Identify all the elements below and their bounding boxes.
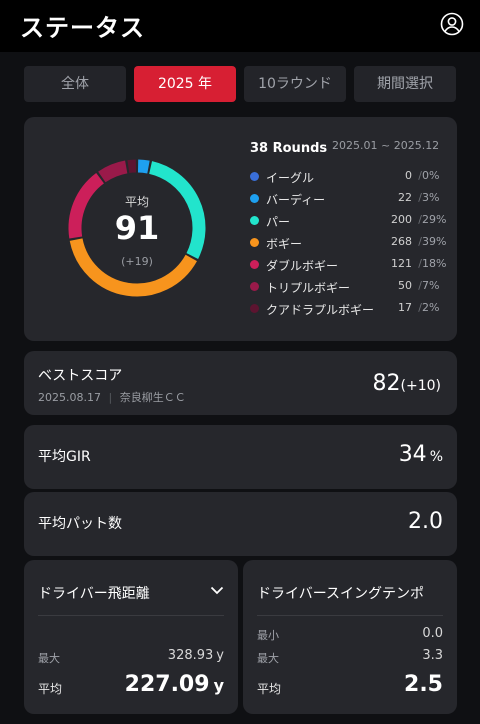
driver-max-label: 最大	[38, 652, 60, 665]
legend-dot	[250, 194, 259, 203]
legend-item: ボギー 268/39%	[250, 235, 446, 251]
tab-10-rounds[interactable]: 10ラウンド	[244, 66, 346, 102]
driver-avg-number: 227.09	[124, 672, 210, 697]
legend-count: 268	[391, 235, 412, 248]
legend-item: ダブルボギー 121/18%	[250, 257, 446, 273]
legend-dot	[250, 260, 259, 269]
legend-item: イーグル 0/0%	[250, 169, 439, 185]
legend-dot	[250, 282, 259, 291]
legend-dot	[250, 304, 259, 313]
tempo-max-label: 最大	[257, 652, 279, 665]
driver-max-unit: y	[216, 648, 224, 663]
legend-count: 0	[405, 169, 412, 182]
best-score-over-par: (+10)	[400, 378, 441, 394]
average-label: 平均	[124, 195, 149, 209]
legend-dot	[250, 172, 259, 181]
legend-item: パー 200/29%	[250, 213, 446, 229]
average-putts-label: 平均パット数	[38, 516, 122, 532]
legend-count: 22	[398, 191, 412, 204]
tempo-avg-label: 平均	[257, 682, 282, 696]
chevron-down-icon[interactable]	[210, 585, 224, 595]
average-putts-card[interactable]: 平均パット数 2.0	[24, 492, 457, 556]
legend-item: バーディー 22/3%	[250, 191, 439, 207]
tab-2025[interactable]: 2025 年	[134, 66, 236, 102]
gir-unit: %	[429, 449, 443, 465]
best-score-number: 82	[372, 371, 401, 396]
average-score: 91	[114, 209, 160, 247]
tempo-min-label: 最小	[257, 629, 279, 642]
tab-period-select[interactable]: 期間選択	[354, 66, 456, 102]
swing-tempo-card[interactable]: ドライバースイングテンポ 最小 0.0 最大 3.3 平均 2.5	[243, 560, 457, 714]
legend-name: バーディー	[266, 193, 326, 207]
legend-name: ダブルボギー	[266, 259, 339, 273]
average-gir-value: 34%	[399, 442, 443, 467]
separator: |	[108, 391, 113, 404]
tempo-min-value: 0.0	[422, 626, 443, 641]
app-header: ステータス	[0, 0, 480, 52]
driver-avg-label: 平均	[38, 682, 63, 696]
best-score-label: ベストスコア	[38, 368, 123, 384]
legend-name: トリプルボギー	[266, 281, 351, 295]
legend-item: クアドラプルボギー 17/2%	[250, 301, 439, 317]
legend-percent: 2%	[422, 301, 440, 314]
legend-percent: 3%	[422, 191, 440, 204]
average-gir-card[interactable]: 平均GIR 34%	[24, 425, 457, 489]
legend-header: 38 Rounds 2025.01 ~ 2025.12	[250, 137, 450, 156]
driver-avg-unit: y	[213, 676, 224, 695]
tempo-max-value: 3.3	[422, 648, 443, 663]
best-score-course: 奈良柳生ＣＣ	[119, 391, 186, 404]
driver-distance-title: ドライバー飛距離	[38, 586, 150, 602]
gir-number: 34	[398, 442, 427, 467]
legend-item: トリプルボギー 50/7%	[250, 279, 439, 295]
average-over-par: (+19)	[121, 255, 153, 268]
date-range: 2025.01 ~ 2025.12	[332, 139, 440, 152]
legend-percent: 18%	[422, 257, 447, 270]
legend-name: パー	[266, 215, 291, 229]
legend-dot	[250, 216, 259, 225]
legend-percent: 0%	[422, 169, 440, 182]
legend-name: ボギー	[266, 237, 303, 251]
legend-name: イーグル	[266, 171, 315, 185]
tab-all[interactable]: 全体	[24, 66, 126, 102]
legend-count: 17	[398, 301, 412, 314]
driver-avg-value: 227.09 y	[125, 672, 224, 697]
driver-max-value: 328.93 y	[168, 648, 224, 663]
average-putts-value: 2.0	[408, 509, 443, 534]
score-donut-chart: 平均 91 (+19)	[66, 157, 208, 299]
best-score-card[interactable]: ベストスコア 2025.08.17 | 奈良柳生ＣＣ 82(+10)	[24, 351, 457, 415]
score-distribution-card: 平均 91 (+19) 38 Rounds 2025.01 ~ 2025.12 …	[24, 117, 457, 341]
divider	[257, 615, 443, 616]
page-title: ステータス	[20, 14, 145, 42]
average-gir-label: 平均GIR	[38, 449, 91, 465]
driver-max-number: 328.93	[167, 648, 214, 663]
swing-tempo-title: ドライバースイングテンポ	[257, 586, 425, 602]
tempo-avg-value: 2.5	[404, 672, 443, 697]
user-circle-icon[interactable]	[440, 12, 464, 36]
legend-count: 200	[391, 213, 412, 226]
legend-count: 50	[398, 279, 412, 292]
period-tabs: 全体 2025 年 10ラウンド 期間選択	[24, 66, 457, 102]
legend-count: 121	[391, 257, 412, 270]
rounds-count: 38 Rounds	[250, 141, 328, 156]
best-score-date: 2025.08.17	[38, 391, 101, 404]
legend-percent: 29%	[422, 213, 447, 226]
legend-percent: 7%	[422, 279, 440, 292]
legend-percent: 39%	[422, 235, 447, 248]
best-score-value: 82(+10)	[373, 371, 441, 396]
driver-distance-card[interactable]: ドライバー飛距離 最大 328.93 y 平均 227.09 y	[24, 560, 238, 714]
best-score-meta: 2025.08.17 | 奈良柳生ＣＣ	[38, 389, 186, 405]
legend-dot	[250, 238, 259, 247]
legend-name: クアドラプルボギー	[266, 303, 375, 317]
divider	[38, 615, 224, 616]
